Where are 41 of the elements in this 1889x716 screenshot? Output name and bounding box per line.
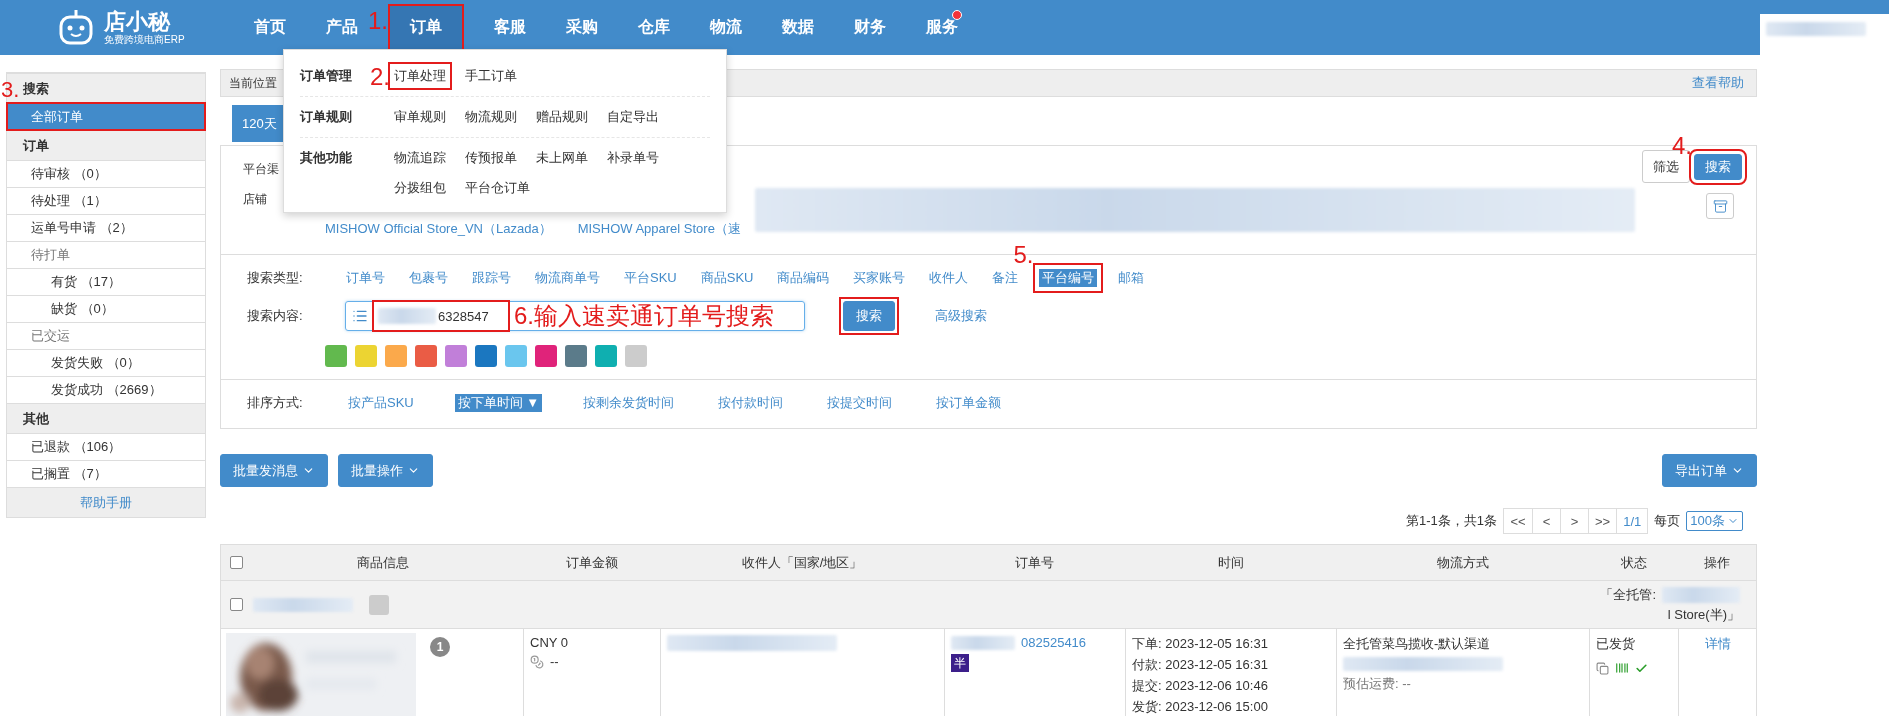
order-time: 付款: 2023-12-05 16:31 [1132,656,1268,674]
sidebar-section-title: 其他 [7,403,205,433]
order-time: 提交: 2023-12-06 10:46 [1132,677,1268,695]
brand-name: 店小秘 [104,9,172,34]
column-header: 订单号 [944,545,1125,581]
sort-label: 排序方式: [247,394,304,412]
menu-group-title: 订单管理 [300,67,352,85]
order-time: 下单: 2023-12-05 16:31 [1132,635,1268,653]
annotation-text: 6.输入速卖通订单号搜索 [514,301,774,331]
order-status: 已发货 [1596,635,1635,653]
pagination-summary: 第1-1条，共1条 [1406,512,1498,530]
column-header: 物流方式 [1336,545,1589,581]
order-tag: 半 [951,654,969,672]
column-header: 收件人「国家/地区」 [660,545,944,581]
annotation-number: 1. [368,9,388,33]
quantity-badge: 1 [430,637,450,657]
logistics-method: 全托管菜鸟揽收-默认渠道 [1343,635,1491,653]
breadcrumb-label: 当前位置 [229,74,277,92]
menu-group-title: 订单规则 [300,108,352,126]
filter-label: 平台渠 [243,160,280,178]
store-suffix: l Store(半)」 [1667,605,1740,624]
shipping-fee: 预估运费: -- [1343,675,1411,693]
column-header: 操作 [1678,545,1756,581]
column-header: 订单金额 [523,545,660,581]
annotation-number: 5. [1013,243,1034,267]
filter-label: 店铺 [243,190,268,208]
brand-tagline: 免费跨境电商ERP [104,33,185,46]
order-time: 发货: 2023-12-06 15:00 [1132,698,1268,716]
column-header: 时间 [1125,545,1336,581]
per-page-label: 每页 [1654,512,1681,530]
search-type-label: 搜索类型: [247,269,304,287]
annotation-number: 3. [1,78,20,102]
amount-note: -- [550,654,559,669]
column-header: 商品信息 [356,553,410,572]
menu-group-title: 其他功能 [300,149,352,167]
search-content-label: 搜索内容: [247,307,304,325]
column-header: 状态 [1589,545,1678,581]
annotation-number: 2. [370,65,390,89]
sidebar-section-title: 订单 [7,130,205,160]
store-prefix: 「全托管: [1600,585,1656,604]
order-amount: CNY 0 [530,635,569,650]
